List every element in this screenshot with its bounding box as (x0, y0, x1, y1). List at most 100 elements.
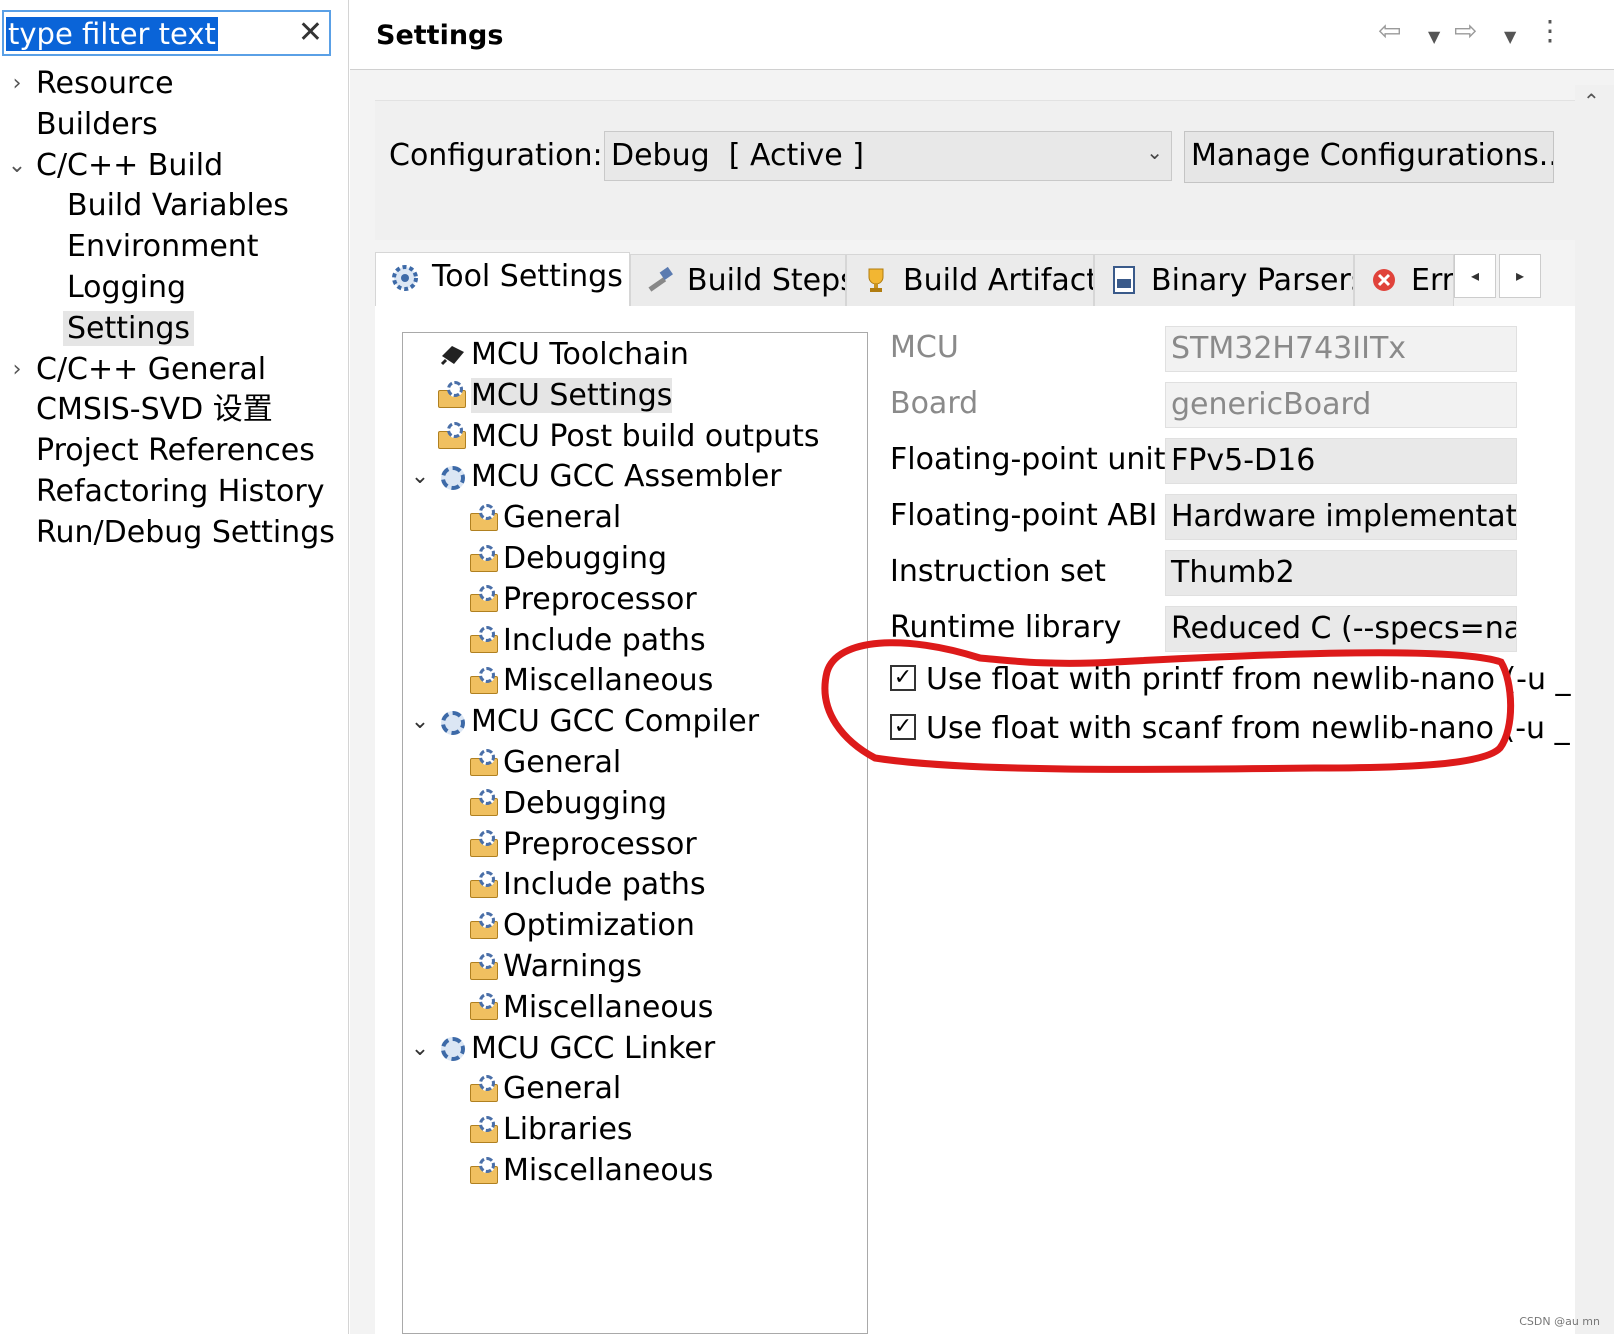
tab-scroll-right-icon[interactable]: ▸ (1499, 254, 1541, 298)
tree-item-warnings[interactable]: Warnings (469, 947, 642, 987)
tree-item-label: Miscellaneous (503, 663, 714, 699)
hammer-icon (645, 265, 675, 295)
floating-point-abi-label: Floating-point ABI (890, 498, 1158, 533)
tree-item-label: Debugging (503, 541, 668, 576)
instruction-set-label: Instruction set (890, 554, 1106, 589)
nav-item-c-c-general[interactable]: C/C++ General (36, 350, 266, 390)
mcu-label: MCU (890, 330, 959, 365)
tab-tool-settings[interactable]: Tool Settings (375, 252, 630, 308)
tree-item-miscellaneous[interactable]: Miscellaneous (469, 661, 713, 701)
nav-item-label: C/C++ General (36, 351, 267, 387)
nav-item-label: Resource (36, 66, 174, 101)
tree-item-mcu-gcc-assembler[interactable]: MCU GCC Assembler (437, 457, 782, 497)
tab-binary-parsers[interactable]: Binary Parsers (1094, 254, 1354, 306)
tree-item-label: MCU GCC Linker (471, 1030, 716, 1066)
nav-item-label: Environment (67, 229, 259, 265)
tree-item-general[interactable]: General (469, 498, 621, 538)
nav-item-run-debug-settings[interactable]: Run/Debug Settings (36, 513, 335, 553)
runtime-library-select[interactable]: Reduced C (--specs=nano (1165, 606, 1517, 652)
nav-item-label: Build Variables (67, 188, 289, 224)
nav-item-builders[interactable]: Builders (36, 105, 158, 145)
nav-item-refactoring-history[interactable]: Refactoring History (36, 472, 325, 512)
tree-item-mcu-gcc-compiler[interactable]: MCU GCC Compiler (437, 702, 759, 742)
nav-item-settings[interactable]: Settings (63, 309, 195, 349)
tree-item-debugging[interactable]: Debugging (469, 539, 667, 579)
scanf-float-checkbox[interactable]: ✓ (890, 713, 916, 740)
clear-filter-icon[interactable]: ✕ (298, 16, 323, 50)
forward-menu-icon[interactable]: ▼ (1504, 20, 1516, 54)
tree-item-optimization[interactable]: Optimization (469, 906, 695, 946)
chevron-down-icon[interactable]: ⌄ (407, 457, 433, 497)
folder-gear-icon (469, 1156, 501, 1188)
settings-page: Settings ⇦ ▼ ⇨ ▼ ⋮ ⌃ Configuration: Debu… (350, 0, 1614, 1334)
settings-tabs: Tool Settings Build Steps Build Artifact… (375, 252, 1575, 308)
tree-item-label: Warnings (503, 949, 642, 984)
chevron-down-icon[interactable]: ⌄ (407, 702, 433, 742)
tree-item-label: General (503, 500, 622, 536)
tree-item-mcu-toolchain[interactable]: MCU Toolchain (437, 335, 689, 375)
tab-label: Build Steps (687, 263, 846, 298)
chevron-down-icon[interactable]: ⌄ (1146, 140, 1163, 164)
more-options-icon[interactable]: ⋮ (1536, 14, 1564, 48)
scroll-up-icon[interactable]: ⌃ (1583, 89, 1600, 113)
back-menu-icon[interactable]: ▼ (1428, 20, 1440, 54)
nav-item-logging[interactable]: Logging (67, 268, 186, 308)
tab-build-steps[interactable]: Build Steps (630, 254, 846, 306)
configuration-select[interactable]: Debug [ Active ] ⌄ (604, 131, 1172, 181)
tree-item-label: Miscellaneous (503, 989, 714, 1025)
nav-item-resource[interactable]: Resource (36, 64, 174, 104)
tree-item-general[interactable]: General (469, 743, 621, 783)
nav-item-label: Settings (63, 310, 195, 346)
vertical-scrollbar[interactable]: ⌃ (1575, 85, 1614, 1334)
floating-point-abi-select[interactable]: Hardware implementatio (1165, 494, 1517, 540)
chevron-right-icon[interactable]: › (4, 350, 30, 390)
chevron-right-icon[interactable]: › (4, 64, 30, 104)
gear-icon (437, 707, 469, 739)
folder-gear-icon (469, 1074, 501, 1106)
tree-item-include-paths[interactable]: Include paths (469, 865, 706, 905)
chevron-down-icon[interactable]: ⌄ (407, 1029, 433, 1069)
tree-item-mcu-gcc-linker[interactable]: MCU GCC Linker (437, 1029, 715, 1069)
nav-item-environment[interactable]: Environment (67, 227, 259, 267)
tree-item-general[interactable]: General (469, 1069, 621, 1109)
tool-settings-tree: MCU Toolchain MCU Settings MCU Post build … (402, 332, 868, 1334)
tree-item-include-paths[interactable]: Include paths (469, 621, 706, 661)
tree-item-debugging[interactable]: Debugging (469, 784, 667, 824)
floating-point-unit-select[interactable]: FPv5-D16 (1165, 438, 1517, 484)
printf-float-checkbox[interactable]: ✓ (890, 664, 916, 691)
filter-input[interactable]: type filter text ✕ (2, 10, 331, 56)
tree-item-miscellaneous[interactable]: Miscellaneous (469, 1151, 713, 1191)
gear-icon (437, 1033, 469, 1065)
manage-configurations-button[interactable]: Manage Configurations... (1184, 131, 1554, 183)
tree-item-mcu-settings[interactable]: MCU Settings (437, 376, 673, 416)
printf-float-checkbox-row[interactable]: ✓ Use float with printf from newlib-nano … (890, 660, 1571, 700)
page-title: Settings (376, 20, 504, 51)
tree-item-preprocessor[interactable]: Preprocessor (469, 825, 697, 865)
nav-item-project-references[interactable]: Project References (36, 431, 315, 471)
nav-item-label: C/C++ Build (36, 147, 224, 183)
tree-item-label: Debugging (503, 785, 668, 821)
folder-gear-icon (469, 544, 501, 576)
tab-errors[interactable]: Erro (1354, 254, 1454, 306)
chip-icon (437, 340, 469, 372)
back-arrow-icon[interactable]: ⇦ (1378, 14, 1401, 48)
nav-item-c-c-build[interactable]: C/C++ Build (36, 146, 223, 186)
tab-build-artifact[interactable]: Build Artifact (846, 254, 1094, 306)
filter-input-text[interactable]: type filter text (6, 17, 218, 51)
folder-gear-icon (469, 584, 501, 616)
tree-item-libraries[interactable]: Libraries (469, 1110, 633, 1150)
tree-item-preprocessor[interactable]: Preprocessor (469, 580, 697, 620)
configuration-selected-value[interactable]: Debug [ Active ] (611, 136, 864, 176)
folder-gear-icon (469, 788, 501, 820)
tree-item-mcu-post-build-outputs[interactable]: MCU Post build outputs (437, 417, 820, 457)
scanf-float-checkbox-row[interactable]: ✓ Use float with scanf from newlib-nano (… (890, 709, 1570, 749)
instruction-set-select[interactable]: Thumb2 (1165, 550, 1517, 596)
nav-item-build-variables[interactable]: Build Variables (67, 186, 289, 226)
forward-arrow-icon[interactable]: ⇨ (1454, 14, 1477, 48)
tab-scroll-left-icon[interactable]: ◂ (1454, 254, 1496, 298)
tree-item-label: Optimization (503, 908, 695, 944)
tab-label: Build Artifact (903, 263, 1094, 298)
nav-item-cmsis-svd[interactable]: CMSIS-SVD 设置 (36, 390, 273, 430)
tree-item-miscellaneous[interactable]: Miscellaneous (469, 988, 713, 1028)
chevron-down-icon[interactable]: ⌄ (4, 146, 30, 186)
